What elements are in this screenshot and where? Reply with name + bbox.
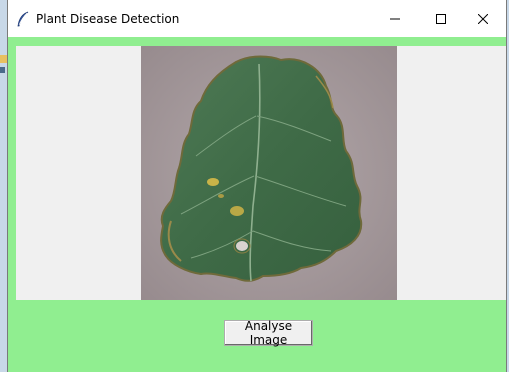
analyse-image-button[interactable]: Analyse Image bbox=[224, 319, 313, 347]
maximize-icon bbox=[436, 13, 446, 24]
leaf-illustration bbox=[141, 46, 397, 300]
feather-icon bbox=[17, 11, 29, 27]
minimize-icon bbox=[390, 18, 400, 19]
maximize-button[interactable] bbox=[418, 0, 464, 37]
image-display-panel bbox=[16, 46, 506, 300]
leaf-image bbox=[141, 46, 397, 300]
minimize-button[interactable] bbox=[372, 0, 418, 37]
app-window: Plant Disease Detection Analyse Image bbox=[7, 0, 507, 372]
window-title: Plant Disease Detection bbox=[36, 12, 180, 26]
close-icon bbox=[478, 13, 488, 24]
main-content: Analyse Image bbox=[8, 37, 506, 372]
title-bar[interactable]: Plant Disease Detection bbox=[8, 0, 506, 37]
close-button[interactable] bbox=[460, 0, 506, 37]
desktop-icon-fragment bbox=[0, 55, 7, 73]
